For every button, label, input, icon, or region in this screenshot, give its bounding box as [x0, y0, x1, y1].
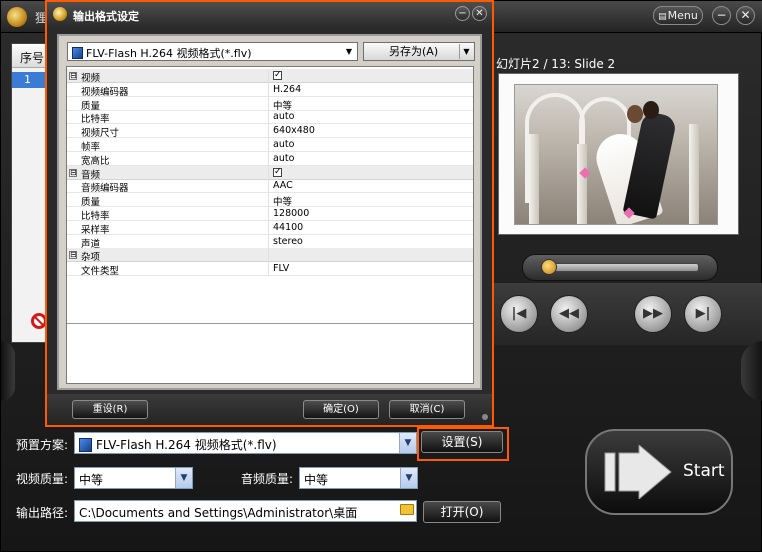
property-grid: ⊟ 视频 ✓ 视频编码器 H.264 质量 中等 比特率 auto 视频尺寸 640x480 帧率 au…	[66, 66, 474, 384]
preset-select[interactable]: FLV-Flash H.264 视频格式(*.flv) ▼	[74, 432, 417, 454]
dialog-footer: 重设(R) 确定(O) 取消(C)	[47, 394, 492, 425]
property-value[interactable]: auto	[273, 153, 294, 164]
app-logo-icon	[53, 7, 67, 21]
dialog-body: FLV-Flash H.264 视频格式(*.flv) ▼ 另存为(A) ▼ ⊟…	[57, 34, 482, 390]
menu-label: Menu	[667, 9, 698, 22]
property-row[interactable]: 帧率 auto	[67, 138, 473, 153]
preset-value: FLV-Flash H.264 视频格式(*.flv)	[96, 438, 277, 452]
property-name: 文件类型	[81, 266, 120, 278]
property-category[interactable]: ⊟ 音频 ✓	[67, 165, 473, 181]
grid-divider	[67, 323, 473, 324]
category-checkbox[interactable]: ✓	[273, 167, 282, 177]
flv-format-icon	[72, 47, 83, 59]
property-value[interactable]: FLV	[273, 263, 289, 274]
flv-format-icon	[79, 438, 92, 452]
open-button[interactable]: 打开(O)	[423, 501, 501, 523]
seek-slider-knob[interactable]	[541, 259, 557, 275]
forward-button[interactable]: ▶▶	[634, 295, 672, 333]
video-quality-label: 视频质量:	[16, 472, 69, 486]
video-quality-value: 中等	[79, 473, 104, 487]
property-value[interactable]: auto	[273, 139, 294, 150]
output-format-dialog: 输出格式设定 − ✕ FLV-Flash H.264 视频格式(*.flv) ▼…	[45, 0, 494, 427]
property-row[interactable]: 视频编码器 H.264	[67, 82, 473, 98]
property-row[interactable]: 音频编码器 AAC	[67, 179, 473, 194]
property-row[interactable]: 声道 stereo	[67, 234, 473, 250]
property-category[interactable]: ⊟ 视频 ✓	[67, 69, 473, 84]
save-as-button[interactable]: 另存为(A) ▼	[363, 42, 475, 61]
property-row[interactable]: 质量 中等	[67, 193, 473, 208]
reset-button[interactable]: 重设(R)	[72, 400, 148, 419]
property-row[interactable]: 文件类型 FLV	[67, 262, 473, 278]
menu-icon: ▤	[658, 12, 667, 22]
rewind-button[interactable]: ◀◀	[550, 295, 588, 333]
output-path-label: 输出路径:	[16, 506, 69, 520]
app-logo-icon	[7, 7, 27, 27]
start-label: Start	[683, 461, 725, 481]
seek-bar[interactable]	[549, 263, 699, 272]
audio-quality-value: 中等	[304, 473, 329, 487]
category-checkbox[interactable]: ✓	[273, 71, 282, 80]
format-select[interactable]: FLV-Flash H.264 视频格式(*.flv) ▼	[67, 42, 358, 61]
property-row[interactable]: 宽高比 auto	[67, 151, 473, 167]
property-value[interactable]: H.264	[273, 84, 301, 95]
property-value[interactable]: 44100	[273, 222, 303, 233]
property-row[interactable]: 采样率 44100	[67, 220, 473, 236]
output-path-field[interactable]: C:\Documents and Settings\Administrator\…	[74, 500, 417, 522]
collapse-icon[interactable]: ⊟	[69, 168, 77, 177]
audio-quality-label: 音频质量:	[241, 472, 294, 486]
property-value[interactable]: auto	[273, 111, 294, 122]
chevron-down-icon[interactable]: ▼	[459, 44, 473, 59]
first-slide-button[interactable]: |◀	[500, 295, 538, 333]
property-row[interactable]: 比特率 128000	[67, 207, 473, 222]
slide-preview	[498, 73, 739, 235]
dialog-titlebar[interactable]: 输出格式设定 − ✕	[47, 2, 492, 28]
chevron-down-icon[interactable]: ▼	[342, 44, 356, 59]
property-value[interactable]: 640x480	[273, 125, 315, 136]
folder-icon[interactable]	[400, 504, 414, 515]
chevron-down-icon[interactable]: ▼	[400, 468, 417, 488]
settings-button[interactable]: 设置(S)	[421, 431, 503, 453]
last-slide-button[interactable]: ▶|	[684, 295, 722, 333]
property-row[interactable]: 比特率 auto	[67, 110, 473, 125]
cancel-button[interactable]: 取消(C)	[389, 400, 465, 419]
dialog-close-button[interactable]: ✕	[472, 6, 487, 21]
side-ornament-left	[1, 341, 15, 401]
video-quality-select[interactable]: 中等 ▼	[74, 467, 193, 489]
dialog-title: 输出格式设定	[73, 10, 139, 23]
output-path-value: C:\Documents and Settings\Administrator\…	[79, 506, 358, 520]
dialog-minimize-button[interactable]: −	[455, 6, 470, 21]
slide-caption: 幻灯片2 / 13: Slide 2	[496, 57, 616, 71]
audio-quality-select[interactable]: 中等 ▼	[299, 467, 418, 489]
property-row[interactable]: 质量 中等	[67, 96, 473, 112]
chevron-down-icon[interactable]: ▼	[175, 468, 192, 488]
property-value[interactable]: AAC	[273, 180, 293, 191]
close-button[interactable]: ✕	[736, 6, 755, 25]
chevron-down-icon[interactable]: ▼	[399, 433, 416, 453]
property-value[interactable]: stereo	[273, 236, 303, 247]
play-arrow-icon	[604, 445, 672, 499]
collapse-icon[interactable]: ⊟	[69, 251, 77, 260]
collapse-icon[interactable]: ⊟	[69, 72, 77, 80]
property-category[interactable]: ⊟ 杂项	[67, 248, 473, 263]
ok-button[interactable]: 确定(O)	[303, 400, 379, 419]
resize-grip[interactable]	[482, 414, 488, 420]
preset-label: 预置方案:	[16, 438, 69, 452]
menu-button[interactable]: ▤Menu	[653, 6, 703, 25]
property-row[interactable]: 视频尺寸 640x480	[67, 124, 473, 139]
format-value: FLV-Flash H.264 视频格式(*.flv)	[86, 47, 252, 60]
wedding-photo-image	[514, 84, 718, 225]
property-value[interactable]: 128000	[273, 208, 309, 219]
save-as-label: 另存为(A)	[389, 45, 439, 58]
minimize-button[interactable]: −	[712, 6, 731, 25]
side-ornament-right	[741, 341, 762, 401]
